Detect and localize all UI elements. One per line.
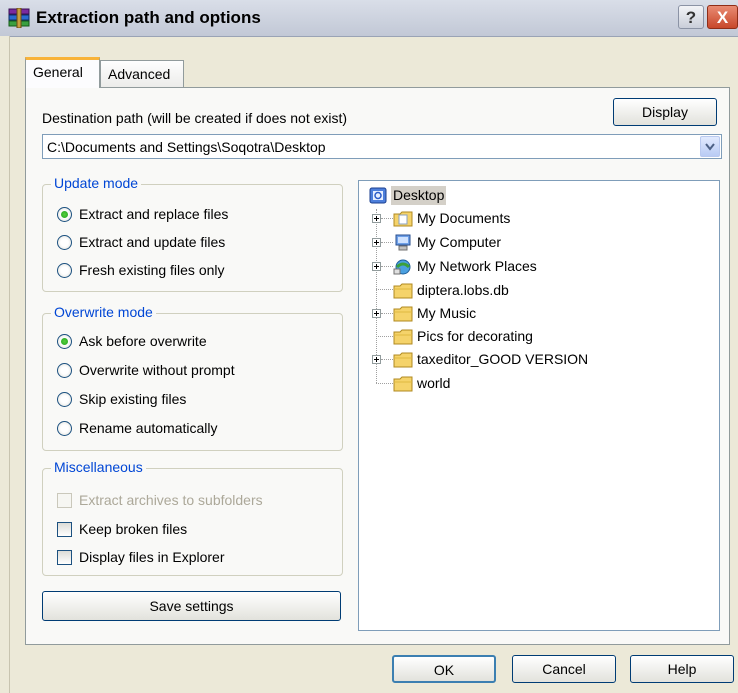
tree-connector [381,266,393,268]
tree-node-label: taxeditor_GOOD VERSION [417,351,589,367]
help-title-button[interactable]: ? [678,5,704,29]
tree-node-label: My Documents [417,210,511,226]
radio-label: Ask before overwrite [79,333,207,349]
close-button[interactable]: X [707,5,738,29]
tab-general[interactable]: General [25,57,100,88]
cancel-button[interactable]: Cancel [512,655,616,683]
destination-path-combo[interactable]: C:\Documents and Settings\Soqotra\Deskto… [42,134,722,159]
tree-node-label: My Music [417,305,477,321]
expand-icon[interactable] [372,262,381,271]
checkbox[interactable] [57,550,72,565]
checkbox-label: Extract archives to subfolders [79,492,263,508]
save-settings-button[interactable]: Save settings [42,591,341,621]
folder-icon [393,328,413,345]
desktop-icon [369,187,389,204]
tree-node-label: world [417,375,451,391]
tree-node-label: Desktop [391,186,447,205]
tree-node-label: Pics for decorating [417,328,533,344]
network-icon [393,258,413,275]
radio-label: Skip existing files [79,391,187,407]
radio-label: Fresh existing files only [79,262,225,278]
tree-connector [381,313,393,315]
radio-button[interactable] [57,363,72,378]
miscellaneous-title: Miscellaneous [51,459,146,475]
window-left-edge [0,36,10,693]
tree-connector [381,359,393,361]
radio-label: Extract and update files [79,234,226,250]
tree-connector [376,289,393,291]
tree-connector [381,242,393,244]
winrar-books-icon [8,7,30,29]
radio-button[interactable] [57,334,72,349]
folder-icon [393,351,413,368]
radio-label: Overwrite without prompt [79,362,235,378]
folder-icon [393,282,413,299]
checkbox[interactable] [57,522,72,537]
radio-label: Rename automatically [79,420,218,436]
title-bar: Extraction path and options ? X [0,0,738,37]
expand-icon[interactable] [372,214,381,223]
radio-button[interactable] [57,235,72,250]
tree-connector [381,218,393,220]
checkbox-label: Display files in Explorer [79,549,225,565]
computer-icon [393,234,413,251]
folder-icon [393,375,413,392]
radio-label: Extract and replace files [79,206,229,222]
checkbox-label: Keep broken files [79,521,188,537]
destination-path-label: Destination path (will be created if doe… [42,110,348,126]
folder-tree[interactable]: Desktop My Documents My Computer My Netw… [358,180,720,631]
radio-button[interactable] [57,421,72,436]
display-button[interactable]: Display [613,98,717,126]
radio-button[interactable] [57,392,72,407]
tree-connector [376,336,393,338]
expand-icon[interactable] [372,309,381,318]
radio-button[interactable] [57,207,72,222]
expand-icon[interactable] [372,355,381,364]
destination-path-value: C:\Documents and Settings\Soqotra\Deskto… [47,139,326,155]
chevron-down-icon[interactable] [700,136,720,157]
documents-folder-icon [393,210,413,227]
ok-button[interactable]: OK [392,655,496,683]
tab-advanced[interactable]: Advanced [100,60,184,87]
window-title: Extraction path and options [36,8,261,27]
help-button[interactable]: Help [630,655,734,683]
radio-button[interactable] [57,263,72,278]
tree-node-label: My Network Places [417,258,537,274]
overwrite-mode-title: Overwrite mode [51,304,156,320]
update-mode-title: Update mode [51,175,142,191]
tree-node-label: diptera.lobs.db [417,282,509,298]
tree-node-label: My Computer [417,234,502,250]
expand-icon[interactable] [372,238,381,247]
music-folder-icon [393,305,413,322]
tree-connector [376,383,393,385]
checkbox [57,493,72,508]
